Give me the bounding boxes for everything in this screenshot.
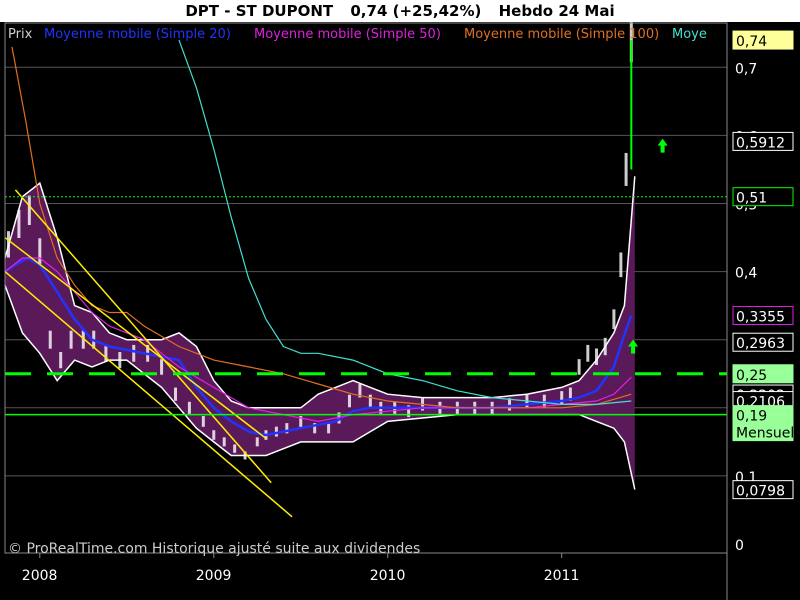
price-label: 0,5912 — [736, 135, 785, 151]
y-tick-label: 0 — [735, 538, 744, 554]
legend-item: Moyenne mobile (Simple 100) — [464, 27, 659, 42]
plot-frame — [4, 22, 728, 554]
copyright-footer: © ProRealTime.com Historique ajusté suit… — [8, 541, 420, 557]
x-tick-label: 2011 — [544, 568, 580, 584]
price-label: 0,3355 — [736, 310, 785, 326]
up-arrow-icon — [657, 138, 668, 153]
price-label: 0,74 — [736, 34, 767, 50]
price-label: 0,0798 — [736, 484, 785, 500]
price-label: Mensuel — [736, 426, 794, 442]
x-tick-label: 2008 — [22, 568, 58, 584]
channel-line-lower — [4, 271, 293, 518]
price-label: 0,2963 — [736, 336, 785, 352]
legend-item: Moyenne mobile (Simple 50) — [254, 27, 441, 42]
chart-window: DPT - ST DUPONT 0,74 (+25,42%) Hebdo 24 … — [0, 0, 800, 600]
price-label: 0,25 — [736, 368, 767, 384]
legend-item: Moyenne mobile (Simple 20) — [44, 27, 231, 42]
legend-item: Moye — [672, 27, 707, 42]
legend-item: Prix — [8, 27, 33, 42]
y-tick-label: 0,7 — [735, 61, 757, 77]
x-tick-label: 2010 — [370, 568, 406, 584]
x-tick-label: 2009 — [196, 568, 232, 584]
ma-line-4 — [178, 39, 632, 405]
bollinger-lower-line — [4, 284, 636, 490]
price-chart[interactable]: 00,10,40,50,60,70,740,59120,510,33550,29… — [0, 0, 800, 600]
y-tick-label: 0,4 — [735, 266, 757, 282]
price-label: 0,51 — [736, 191, 767, 207]
